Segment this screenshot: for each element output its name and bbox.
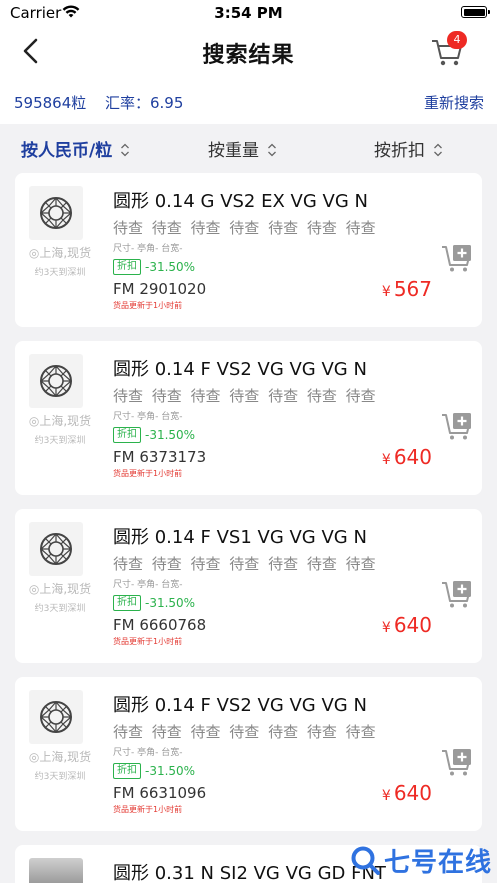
price: ¥640 bbox=[381, 613, 432, 637]
product-name: 圆形 0.31 N SI2 VG VG GD FNT bbox=[113, 863, 386, 883]
update-time: 货品更新于1小时前 bbox=[113, 805, 183, 814]
location-pin-icon: ◎ bbox=[28, 582, 40, 596]
sort-by-discount[interactable]: 按折扣 bbox=[374, 136, 443, 161]
discount-tag: 折扣 bbox=[113, 427, 141, 443]
discount-value: -31.50% bbox=[145, 596, 196, 610]
size-info: 尺寸- 亭角- 台宽- bbox=[113, 748, 183, 758]
update-time: 货品更新于1小时前 bbox=[113, 637, 183, 646]
pending-fields: 待查 待查 待查 待查 待查 待查 待查 bbox=[113, 219, 376, 237]
product-card[interactable]: ◎上海,现货 约3天到深圳 圆形 0.14 F VS1 VG VG VG N 待… bbox=[15, 509, 482, 663]
cart-badge: 4 bbox=[447, 31, 467, 49]
result-count: 595864粒 bbox=[14, 94, 87, 112]
discount-tag: 折扣 bbox=[113, 595, 141, 611]
page-title: 搜索结果 bbox=[202, 43, 295, 68]
product-card[interactable]: ◎上海,现货 约3天到深圳 圆形 0.14 G VS2 EX VG VG N 待… bbox=[15, 173, 482, 327]
cert-number: FM 6631096 bbox=[113, 784, 207, 802]
add-to-cart-icon[interactable] bbox=[441, 579, 473, 609]
location-label: ◎上海,现货 bbox=[28, 582, 92, 596]
sort-by-price[interactable]: 按人民币/粒 bbox=[21, 136, 130, 161]
product-name: 圆形 0.14 F VS2 VG VG VG N bbox=[113, 359, 367, 380]
watermark-logo: 七号在线 bbox=[350, 842, 492, 878]
cert-number: FM 6373173 bbox=[113, 448, 207, 466]
product-name: 圆形 0.14 F VS2 VG VG VG N bbox=[113, 695, 367, 716]
discount-tag: 折扣 bbox=[113, 763, 141, 779]
add-to-cart-icon[interactable] bbox=[441, 747, 473, 777]
location-pin-icon: ◎ bbox=[28, 414, 40, 428]
pending-fields: 待查 待查 待查 待查 待查 待查 待查 bbox=[113, 723, 376, 741]
discount-value: -31.50% bbox=[145, 428, 196, 442]
diamond-icon bbox=[29, 690, 83, 744]
price: ¥640 bbox=[381, 445, 432, 469]
price: ¥640 bbox=[381, 781, 432, 805]
sort-arrows-icon bbox=[267, 142, 277, 156]
add-to-cart-icon[interactable] bbox=[441, 243, 473, 273]
size-info: 尺寸- 亭角- 台宽- bbox=[113, 580, 183, 590]
cert-number: FM 6660768 bbox=[113, 616, 207, 634]
clock: 3:54 PM bbox=[214, 4, 283, 22]
sort-by-weight-label: 按重量 bbox=[208, 141, 259, 161]
size-info: 尺寸- 亭角- 台宽- bbox=[113, 412, 183, 422]
nav-bar: 搜索结果 4 bbox=[0, 26, 497, 76]
battery-icon bbox=[461, 6, 490, 18]
sort-arrows-icon bbox=[120, 142, 130, 156]
shipping-label: 约3天到深圳 bbox=[34, 604, 86, 614]
location-label: ◎上海,现货 bbox=[28, 750, 92, 764]
research-button[interactable]: 重新搜索 bbox=[424, 92, 484, 113]
size-info: 尺寸- 亭角- 台宽- bbox=[113, 244, 183, 254]
pending-fields: 待查 待查 待查 待查 待查 待查 待查 bbox=[113, 387, 376, 405]
diamond-icon bbox=[29, 354, 83, 408]
cert-number: FM 2901020 bbox=[113, 280, 207, 298]
price: ¥567 bbox=[381, 277, 432, 301]
sort-by-price-label: 按人民币/粒 bbox=[21, 141, 113, 161]
add-to-cart-icon[interactable] bbox=[441, 411, 473, 441]
location-label: ◎上海,现货 bbox=[28, 246, 92, 260]
sort-arrows-icon bbox=[433, 142, 443, 156]
diamond-icon bbox=[29, 186, 83, 240]
location-pin-icon: ◎ bbox=[28, 246, 40, 260]
exchange-rate: 汇率：6.95 bbox=[105, 94, 184, 112]
product-card[interactable]: ◎上海,现货 约3天到深圳 圆形 0.14 F VS2 VG VG VG N 待… bbox=[15, 677, 482, 831]
product-name: 圆形 0.14 G VS2 EX VG VG N bbox=[113, 191, 368, 212]
status-bar: Carrier 3:54 PM bbox=[0, 0, 497, 26]
discount-tag: 折扣 bbox=[113, 259, 141, 275]
shipping-label: 约3天到深圳 bbox=[34, 772, 86, 782]
update-time: 货品更新于1小时前 bbox=[113, 469, 183, 478]
sort-bar: 按人民币/粒 按重量 按折扣 bbox=[0, 124, 497, 172]
discount-value: -31.50% bbox=[145, 260, 196, 274]
sort-by-weight[interactable]: 按重量 bbox=[208, 136, 277, 161]
update-time: 货品更新于1小时前 bbox=[113, 301, 183, 310]
magnifier-icon bbox=[351, 846, 380, 875]
info-bar: 595864粒 汇率：6.95 重新搜索 bbox=[0, 76, 497, 124]
sort-by-discount-label: 按折扣 bbox=[374, 141, 425, 161]
location-label: ◎上海,现货 bbox=[28, 414, 92, 428]
product-name: 圆形 0.14 F VS1 VG VG VG N bbox=[113, 527, 367, 548]
product-card[interactable]: ◎上海,现货 约3天到深圳 圆形 0.14 F VS2 VG VG VG N 待… bbox=[15, 341, 482, 495]
location-pin-icon: ◎ bbox=[28, 750, 40, 764]
pending-fields: 待查 待查 待查 待查 待查 待查 待查 bbox=[113, 555, 376, 573]
shipping-label: 约3天到深圳 bbox=[34, 436, 86, 446]
discount-value: -31.50% bbox=[145, 764, 196, 778]
shipping-label: 约3天到深圳 bbox=[34, 268, 86, 278]
diamond-photo bbox=[29, 858, 83, 883]
diamond-icon bbox=[29, 522, 83, 576]
